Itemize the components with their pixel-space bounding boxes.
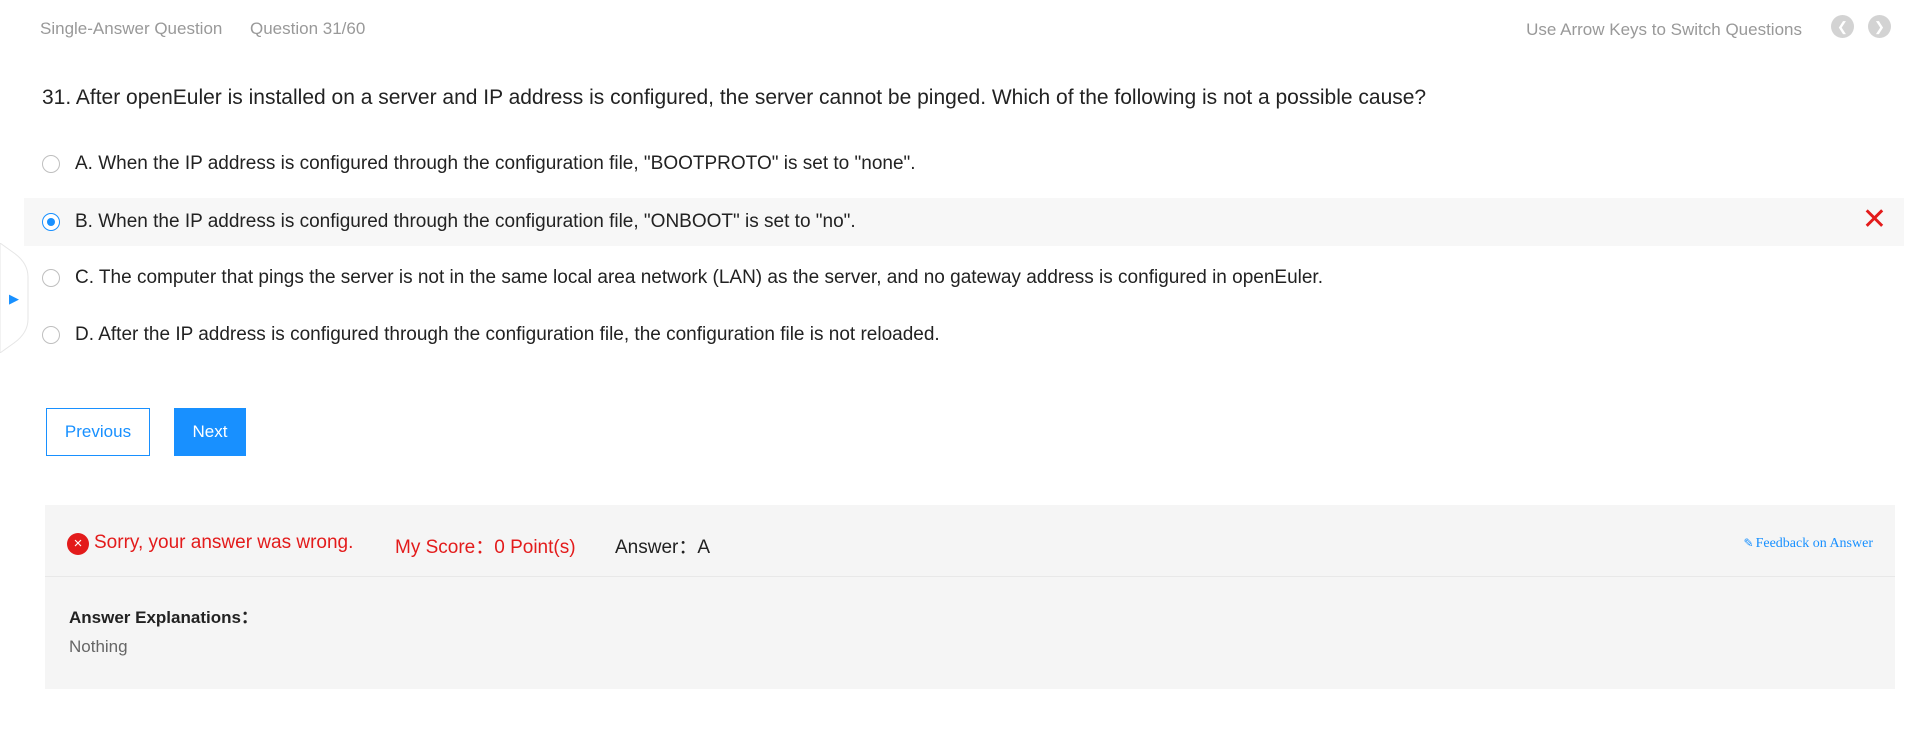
question-type: Single-Answer Question — [40, 19, 223, 38]
feedback-link[interactable]: ✎ Feedback on Answer — [1744, 536, 1873, 552]
chevron-left-icon[interactable]: ❮ — [1831, 15, 1854, 38]
correct-answer: Answer：A — [615, 537, 711, 558]
option-b-label: B. When the IP address is configured thr… — [75, 211, 856, 232]
chevron-right-icon[interactable]: ❯ — [1868, 15, 1891, 38]
option-b-radio[interactable] — [42, 213, 60, 231]
result-panel: × Sorry, your answer was wrong. My Score… — [45, 505, 1895, 689]
option-d-radio[interactable] — [42, 326, 60, 344]
error-icon: × — [67, 533, 89, 555]
option-d-label: D. After the IP address is configured th… — [75, 324, 940, 345]
option-b[interactable]: B. When the IP address is configured thr… — [24, 198, 1904, 246]
wrong-mark-icon: ✕ — [1861, 203, 1887, 236]
option-a-label: A. When the IP address is configured thr… — [75, 153, 916, 174]
play-arrow-icon: ▶ — [9, 291, 19, 306]
explanation-text: Nothing — [69, 637, 128, 656]
next-button[interactable]: Next — [174, 408, 246, 456]
keyboard-hint: Use Arrow Keys to Switch Questions — [1526, 20, 1802, 39]
question-text: 31. After openEuler is installed on a se… — [42, 86, 1427, 109]
option-c-radio[interactable] — [42, 269, 60, 287]
my-score: My Score：0 Point(s) — [395, 537, 576, 558]
option-a[interactable]: A. When the IP address is configured thr… — [24, 140, 1904, 188]
question-progress: Question 31/60 — [250, 19, 366, 38]
edit-icon: ✎ — [1743, 536, 1754, 550]
explanation-title: Answer Explanations： — [69, 608, 258, 627]
result-header: × Sorry, your answer was wrong. My Score… — [45, 505, 1895, 577]
option-c-label: C. The computer that pings the server is… — [75, 267, 1323, 288]
top-bar: Single-Answer Question Question 31/60 Us… — [0, 0, 1918, 58]
option-c[interactable]: C. The computer that pings the server is… — [24, 254, 1904, 302]
previous-button[interactable]: Previous — [46, 408, 150, 456]
result-status: Sorry, your answer was wrong. — [94, 532, 354, 553]
feedback-label: Feedback on Answer — [1755, 536, 1873, 551]
option-a-radio[interactable] — [42, 155, 60, 173]
option-d[interactable]: D. After the IP address is configured th… — [24, 311, 1904, 359]
